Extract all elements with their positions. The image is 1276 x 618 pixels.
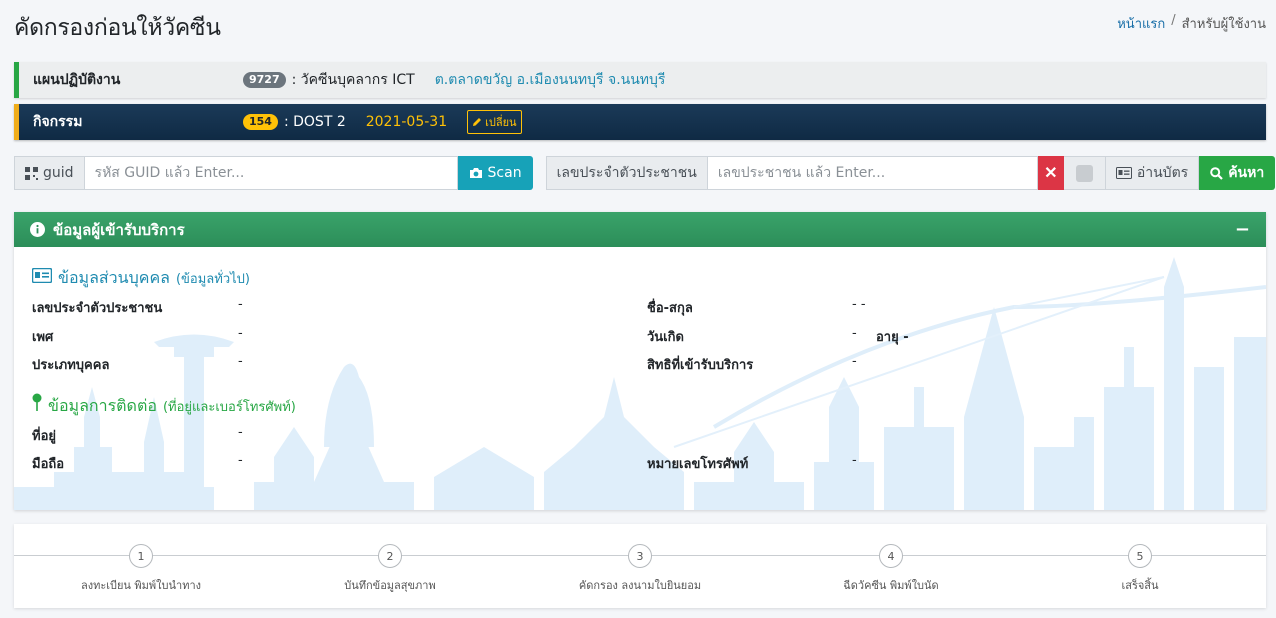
person-type-field-value: - (238, 354, 243, 369)
step-1: 1 ลงทะเบียน พิมพ์ใบนำทาง (16, 544, 266, 594)
close-icon: ✕ (1044, 165, 1058, 182)
card-header: ข้อมูลผู้เข้ารับบริการ − (14, 212, 1266, 247)
breadcrumb-home-link[interactable]: หน้าแรก (1117, 13, 1165, 34)
contact-info-title: ข้อมูลการติดต่อ (48, 396, 157, 415)
step-5: 5 เสร็จสิ้น (1015, 544, 1265, 594)
contact-info-subtitle: (ที่อยู่และเบอร์โทรศัพท์) (162, 400, 296, 415)
activity-name: : DOST 2 (283, 114, 346, 130)
cid-addon: เลขประจำตัวประชาชน (545, 156, 708, 190)
age-field: อายุ - (876, 330, 909, 345)
step-4: 4 ฉีดวัคซีน พิมพ์ใบนัด (766, 544, 1016, 594)
plan-location: ต.ตลาดขวัญ อ.เมืองนนทบุรี จ.นนทบุรี (434, 72, 666, 88)
sex-field-value: - (238, 326, 243, 341)
search-row: guid Scan เลขประจำตัวประชาชน ✕ อ่านบัตร … (14, 156, 1276, 190)
search-button[interactable]: ค้นหา (1199, 156, 1276, 190)
cid-label: เลขประจำตัวประชาชน (556, 165, 697, 181)
guid-label: guid (43, 165, 74, 181)
step-3: 3 คัดกรอง ลงนามใบยินยอม (515, 544, 765, 594)
map-pin-icon (32, 393, 42, 411)
step-2: 2 บันทึกข้อมูลสุขภาพ (265, 544, 515, 594)
activity-bar: กิจกรรม 154 : DOST 2 2021-05-31 เปลี่ยน (14, 104, 1266, 140)
step-3-label: คัดกรอง ลงนามใบยินยอม (578, 579, 702, 592)
step-2-label: บันทึกข้อมูลสุขภาพ (344, 579, 436, 592)
breadcrumb-current: สำหรับผู้ใช้งาน (1181, 17, 1266, 32)
sex-field-label: เพศ (32, 330, 54, 345)
guid-input[interactable] (84, 156, 458, 190)
step-1-label: ลงทะเบียน พิมพ์ใบนำทาง (80, 579, 202, 592)
search-label: ค้นหา (1228, 165, 1265, 181)
clear-button[interactable]: ✕ (1037, 156, 1064, 190)
mobile-field-label: มือถือ (32, 457, 65, 472)
info-circle-icon (30, 222, 45, 237)
activity-id-badge: 154 (243, 114, 278, 130)
address-field-label: ที่อยู่ (32, 429, 56, 444)
dob-field-label: วันเกิด (647, 330, 684, 345)
step-4-label: ฉีดวัคซีน พิมพ์ใบนัด (843, 579, 939, 592)
card-title: ข้อมูลผู้เข้ารับบริการ (53, 220, 185, 239)
step-1-number: 1 (129, 544, 153, 568)
option-checkbox[interactable] (1075, 164, 1093, 182)
plan-bar: แผนปฏิบัติงาน 9727 : วัคซีนบุคลากร ICT ต… (14, 62, 1266, 98)
cid-field-value: - (238, 297, 243, 312)
pencil-icon (473, 118, 482, 126)
id-card-icon (1115, 167, 1132, 179)
search-icon (1210, 166, 1223, 180)
qrcode-icon (25, 166, 38, 180)
read-card-button[interactable]: อ่านบัตร (1105, 156, 1200, 190)
plan-id-badge: 9727 (243, 72, 286, 88)
phone-field-value: - (852, 453, 857, 468)
fullname-field-value: - - (852, 297, 866, 312)
activity-date: 2021-05-31 (365, 114, 448, 130)
step-5-number: 5 (1128, 544, 1152, 568)
person-type-field-label: ประเภทบุคคล (32, 358, 110, 373)
scan-button[interactable]: Scan (457, 156, 533, 190)
collapse-button[interactable]: − (1235, 219, 1250, 240)
step-2-number: 2 (378, 544, 402, 568)
client-info-card: ข้อมูลผู้เข้ารับบริการ − ข้อมูลส่วนบุคคล (14, 212, 1266, 510)
plan-name: : วัคซีนบุคลากร ICT (291, 72, 415, 88)
breadcrumb-separator: / (1171, 13, 1176, 28)
activity-label: กิจกรรม (33, 114, 83, 130)
address-field-value: - (238, 425, 243, 440)
personal-info-section-title: ข้อมูลส่วนบุคคล (ข้อมูลทั่วไป) (32, 266, 250, 291)
step-3-number: 3 (628, 544, 652, 568)
cid-input[interactable] (707, 156, 1038, 190)
step-4-number: 4 (879, 544, 903, 568)
breadcrumb: หน้าแรก / สำหรับผู้ใช้งาน (1117, 13, 1266, 34)
personal-info-subtitle: (ข้อมูลทั่วไป) (175, 272, 250, 287)
contact-info-section-title: ข้อมูลการติดต่อ (ที่อยู่และเบอร์โทรศัพท์… (32, 393, 296, 419)
camera-icon (469, 168, 482, 178)
step-5-label: เสร็จสิ้น (1121, 579, 1159, 592)
right-field-label: สิทธิที่เข้ารับบริการ (647, 358, 754, 373)
read-card-label: อ่านบัตร (1136, 165, 1189, 181)
plan-label: แผนปฏิบัติงาน (33, 72, 121, 88)
dob-field-value: - (852, 326, 857, 341)
guid-addon: guid (14, 156, 85, 190)
right-field-value: - (852, 354, 857, 369)
checkbox-addon (1063, 156, 1106, 190)
personal-info-title: ข้อมูลส่วนบุคคล (58, 268, 170, 287)
scan-label: Scan (487, 165, 522, 181)
progress-steps: 1 ลงทะเบียน พิมพ์ใบนำทาง 2 บันทึกข้อมูลส… (14, 524, 1266, 608)
phone-field-label: หมายเลขโทรศัพท์ (647, 457, 749, 472)
change-activity-label: เปลี่ยน (485, 117, 517, 129)
mobile-field-value: - (238, 453, 243, 468)
change-activity-button[interactable]: เปลี่ยน (467, 110, 522, 134)
fullname-field-label: ชื่อ-สกุล (647, 301, 693, 316)
id-card-icon (32, 268, 52, 283)
page-title: คัดกรองก่อนให้วัคซีน (14, 15, 221, 41)
cid-field-label: เลขประจำตัวประชาชน (32, 301, 163, 316)
